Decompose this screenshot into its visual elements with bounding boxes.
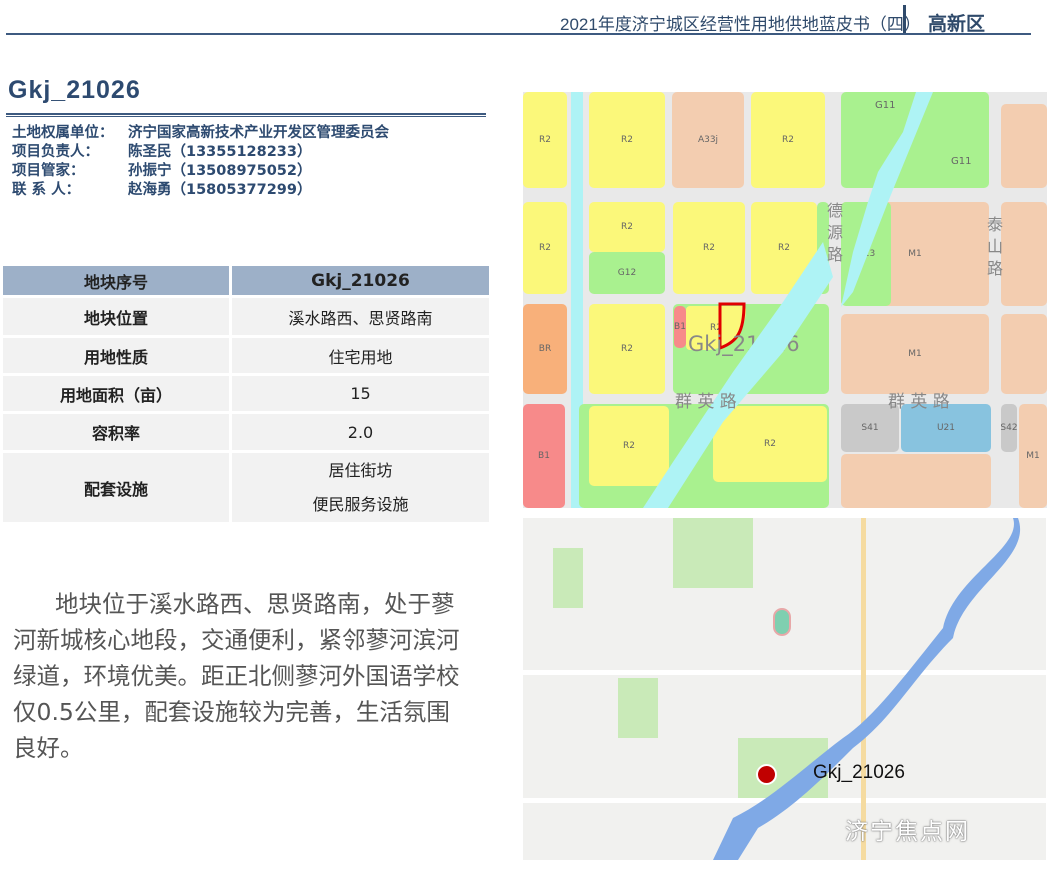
document-title: 2021年度济宁城区经营性用地供地蓝皮书（四） (560, 15, 921, 34)
page-title: Gkj_21026 (8, 76, 141, 104)
district-label: 高新区 (928, 13, 986, 35)
marker-label: Gkj_21026 (813, 762, 905, 783)
river (643, 92, 933, 508)
info-contact: 联 系 人： 赵海勇（15805377299） (12, 182, 312, 198)
table-row: 用地面积（亩） 15 (0, 373, 492, 414)
plan-label-g11-east: G11 (951, 156, 972, 167)
road-label-deyuan: 德源路 (826, 201, 843, 264)
table-header-row: 地块序号 Gkj_21026 (0, 263, 492, 298)
land-use-plan-map: R2 R2 A33j R2 R2 R2 G12 R2 R2 M1 G13 BR … (523, 92, 1047, 508)
description: 地块位于溪水路西、思贤路南，处于蓼 河新城核心地段，交通便利，紧邻蓼河滨河 绿道… (13, 590, 460, 762)
info-steward: 项目管家： 孙振宁（13508975052） (12, 163, 312, 179)
table-row: 用地性质 住宅用地 (0, 335, 492, 376)
road-label-qunying: 群 英 路 (675, 392, 737, 412)
table-row: 容积率 2.0 (0, 411, 492, 453)
location-map: Gkj_21026 济宁焦点网 (523, 518, 1046, 860)
title-rule (6, 113, 486, 117)
road-label-qunying-east: 群 英 路 (888, 392, 950, 412)
info-manager: 项目负责人： 陈圣民（13355128233） (12, 144, 312, 160)
table-row: 地块位置 溪水路西、思贤路南 (0, 295, 492, 338)
watermark: 济宁焦点网 (845, 819, 970, 845)
header-divider (903, 5, 906, 35)
header-rule (6, 33, 1031, 35)
plan-label-g11: G11 (875, 100, 896, 111)
table-row: 配套设施 居住街坊 便民服务设施 (0, 450, 492, 525)
parcel-marker (756, 764, 777, 785)
parcel-table: 地块序号 Gkj_21026 地块位置 溪水路西、思贤路南 用地性质 住宅用地 用地面… (0, 263, 492, 525)
info-owner: 土地权属单位： 济宁国家高新技术产业开发区管理委员会 (12, 125, 389, 141)
road-label-taishan: 泰山路 (986, 215, 1003, 278)
